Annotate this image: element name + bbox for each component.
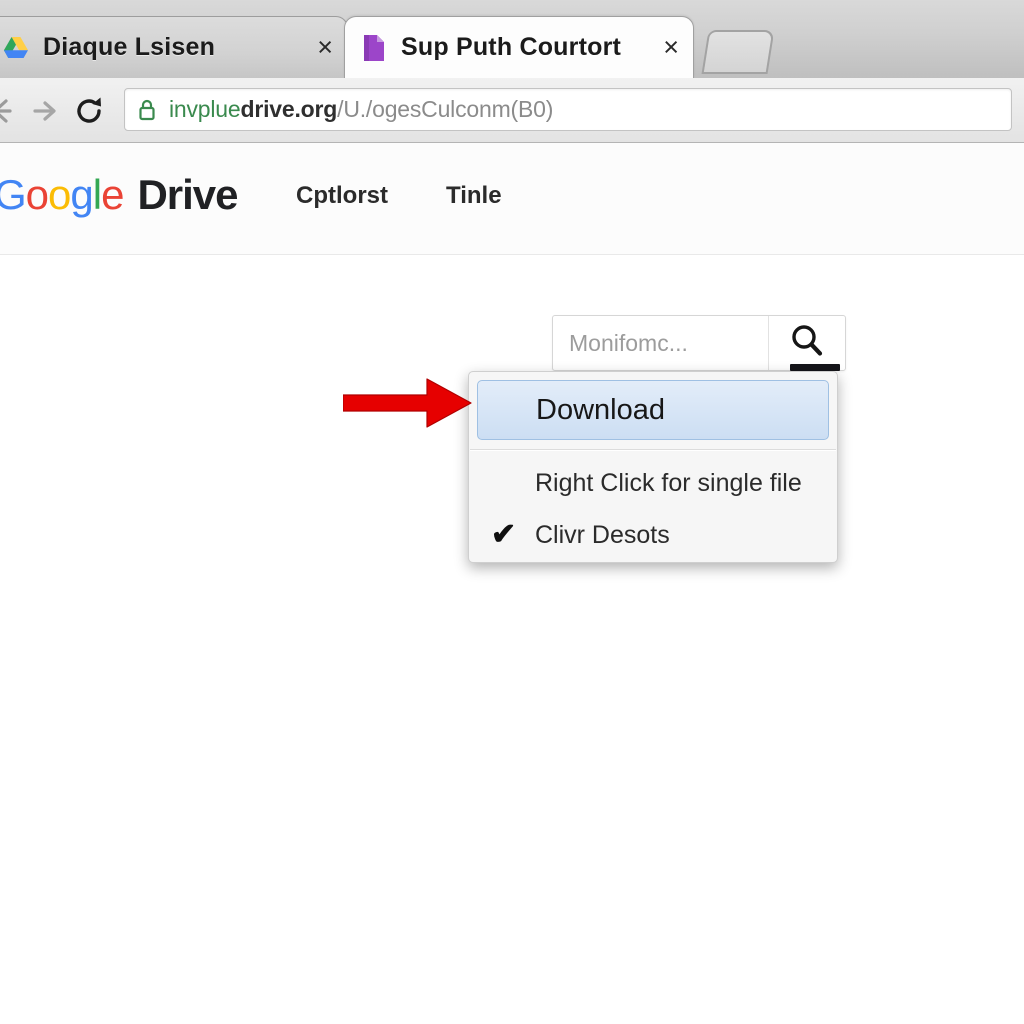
menu-item-label: Clivr Desots	[535, 520, 670, 549]
logo-letter-g2: g	[70, 171, 93, 218]
address-bar[interactable]: invpluedrive.org/U./ogesCulconm(B0)	[124, 88, 1012, 131]
menu-item-right-click-single-file[interactable]: Right Click for single file	[469, 457, 837, 509]
url-secure-prefix: invplue	[169, 96, 241, 122]
purple-document-icon	[361, 33, 387, 63]
logo-letter-g1: G	[0, 171, 27, 218]
search-input[interactable]: Monifomc...	[553, 316, 769, 370]
menu-separator	[470, 449, 836, 451]
red-right-arrow-icon	[342, 375, 473, 431]
lock-icon	[137, 98, 157, 122]
google-drive-icon	[3, 33, 29, 63]
search-button[interactable]	[769, 316, 845, 370]
back-arrow-icon[interactable]	[0, 94, 18, 128]
logo-letter-e1: e	[101, 171, 124, 218]
search-button-underline	[790, 364, 840, 371]
logo-letter-o2: o	[48, 171, 71, 218]
google-drive-logo[interactable]: Google Drive	[0, 171, 239, 219]
logo-letter-l1: l	[92, 171, 102, 218]
menu-item-clivr-desots[interactable]: ✔ Clivr Desots	[469, 509, 837, 561]
browser-window: Diaque Lsisen × Sup Puth Courtort × invp…	[0, 0, 1024, 1024]
menu-item-label: Right Click for single file	[535, 468, 802, 497]
nav-item-tinle[interactable]: Tinle	[446, 182, 502, 210]
url-host: drive.org	[240, 96, 338, 122]
logo-letter-o1: o	[25, 171, 49, 218]
menu-item-label: Download	[536, 393, 665, 426]
forward-arrow-icon[interactable]	[28, 94, 62, 128]
tab-close-icon[interactable]: ×	[653, 34, 679, 61]
drive-header: Google Drive Cptlorst Tinle	[0, 143, 1024, 255]
search-box[interactable]: Monifomc...	[552, 315, 846, 371]
nav-item-cptlorst[interactable]: Cptlorst	[296, 182, 388, 210]
browser-tab-1[interactable]: Sup Puth Courtort ×	[344, 16, 694, 78]
download-dropdown-menu: Download Right Click for single file ✔ C…	[468, 371, 838, 563]
url-path: /U./ogesCulconm(B0)	[337, 96, 554, 122]
new-tab-button[interactable]	[701, 30, 775, 74]
reload-icon[interactable]	[72, 94, 106, 128]
tab-title: Diaque Lsisen	[43, 33, 216, 61]
menu-item-download[interactable]: Download	[477, 380, 829, 440]
tab-title: Sup Puth Courtort	[401, 33, 622, 61]
logo-word-drive: Drive	[137, 171, 238, 218]
url-text: invpluedrive.org/U./ogesCulconm(B0)	[169, 96, 553, 123]
checkmark-icon: ✔	[491, 518, 517, 551]
tab-strip: Diaque Lsisen × Sup Puth Courtort ×	[0, 0, 1024, 79]
search-icon	[787, 321, 827, 366]
browser-tab-0[interactable]: Diaque Lsisen ×	[0, 16, 348, 78]
page-content: Google Drive Cptlorst Tinle Monifomc... D…	[0, 143, 1024, 1024]
tab-close-icon[interactable]: ×	[307, 34, 333, 61]
